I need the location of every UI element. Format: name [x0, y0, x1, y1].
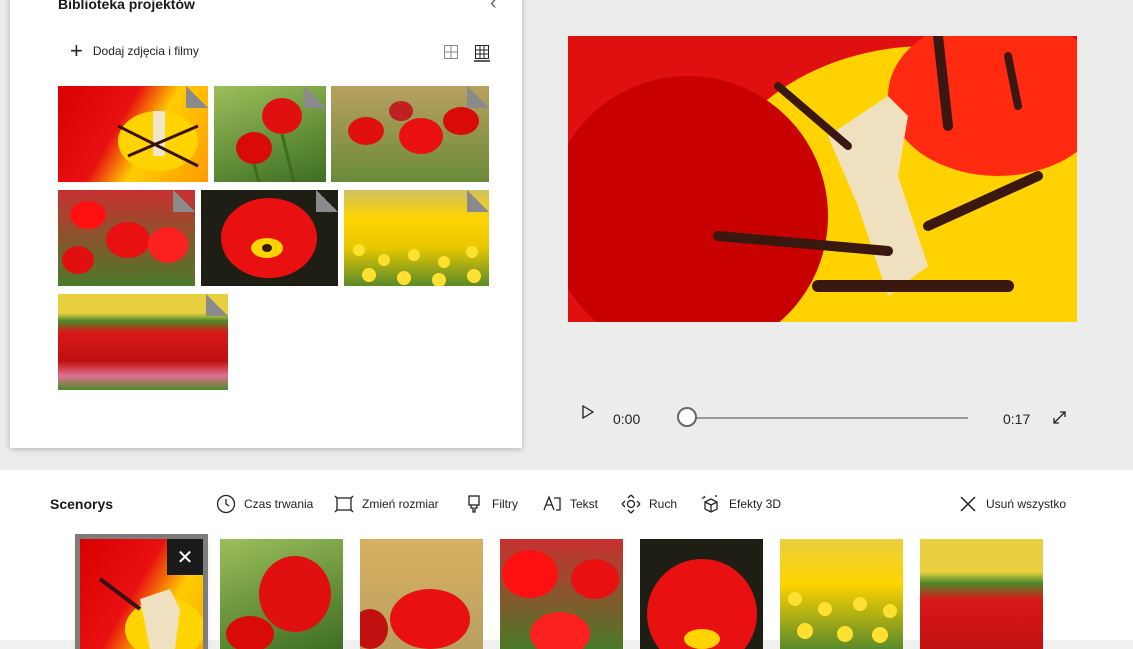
clip-corner	[206, 294, 228, 316]
seek-track[interactable]	[689, 417, 968, 419]
total-time: 0:17	[1003, 411, 1031, 427]
media-thumbnail[interactable]	[331, 86, 489, 182]
media-thumbnail[interactable]	[58, 294, 228, 390]
resize-icon	[334, 495, 354, 513]
storyboard-card[interactable]	[640, 539, 763, 649]
clip-corner	[467, 190, 489, 212]
remove-all-button[interactable]: Usuń wszystko	[958, 494, 1066, 514]
remove-all-label: Usuń wszystko	[986, 497, 1067, 511]
project-library-panel: Biblioteka projektów ‹ + Dodaj zdjęcia i…	[10, 0, 522, 448]
motion-icon	[621, 494, 641, 514]
storyboard-card[interactable]	[360, 539, 483, 649]
grid-view-small-icon[interactable]	[443, 44, 459, 60]
add-label: Dodaj zdjęcia i filmy	[92, 44, 199, 58]
text-icon	[543, 495, 561, 511]
effects-3d-label: Efekty 3D	[729, 497, 782, 511]
collapse-chevron-icon[interactable]: ‹	[490, 0, 497, 13]
plus-icon: +	[70, 38, 83, 63]
add-photos-videos-button[interactable]: + Dodaj zdjęcia i filmy	[70, 38, 199, 63]
grid-view-large-icon[interactable]	[474, 44, 490, 62]
clip-corner	[316, 190, 338, 212]
storyboard-card[interactable]	[220, 539, 343, 649]
text-label: Tekst	[570, 497, 599, 511]
storyboard-card[interactable]: ✕	[75, 534, 208, 649]
filter-icon	[468, 495, 480, 513]
filters-button[interactable]: Filtry	[464, 494, 518, 514]
media-thumbnail[interactable]	[58, 86, 208, 182]
media-thumbnail[interactable]	[201, 190, 338, 286]
resize-label: Zmień rozmiar	[362, 497, 439, 511]
motion-label: Ruch	[649, 497, 678, 511]
resize-button[interactable]: Zmień rozmiar	[334, 494, 439, 514]
storyboard-panel: Scenorys Czas trwania Zmień rozmiar Filt…	[0, 470, 1133, 649]
storyboard-card[interactable]	[780, 539, 903, 649]
close-icon	[960, 496, 976, 512]
fullscreen-expand-icon[interactable]	[1052, 410, 1067, 428]
play-button[interactable]	[582, 404, 595, 422]
video-preview[interactable]	[568, 36, 1077, 322]
seek-slider-thumb[interactable]	[677, 407, 697, 427]
duration-label: Czas trwania	[244, 497, 314, 511]
clip-corner	[186, 86, 208, 108]
storyboard-title: Scenorys	[50, 496, 114, 512]
remove-card-close-icon[interactable]: ✕	[167, 539, 203, 575]
current-time: 0:00	[613, 411, 641, 427]
effects-3d-icon	[702, 495, 718, 513]
storyboard-card[interactable]	[500, 539, 623, 649]
effects-3d-button[interactable]: Efekty 3D	[701, 494, 781, 514]
media-thumbnail[interactable]	[214, 86, 326, 182]
filters-label: Filtry	[492, 497, 518, 511]
library-title: Biblioteka projektów	[58, 0, 195, 12]
clip-corner	[467, 86, 489, 108]
motion-button[interactable]: Ruch	[621, 494, 677, 514]
text-button[interactable]: Tekst	[542, 494, 598, 514]
clip-corner	[173, 190, 195, 212]
top-area: Biblioteka projektów ‹ + Dodaj zdjęcia i…	[0, 0, 1133, 470]
media-thumbnail[interactable]	[344, 190, 489, 286]
clock-icon	[216, 494, 236, 514]
duration-button[interactable]: Czas trwania	[216, 494, 313, 514]
media-thumbnail[interactable]	[58, 190, 195, 286]
clip-corner	[304, 86, 326, 108]
storyboard-card[interactable]	[920, 539, 1043, 649]
